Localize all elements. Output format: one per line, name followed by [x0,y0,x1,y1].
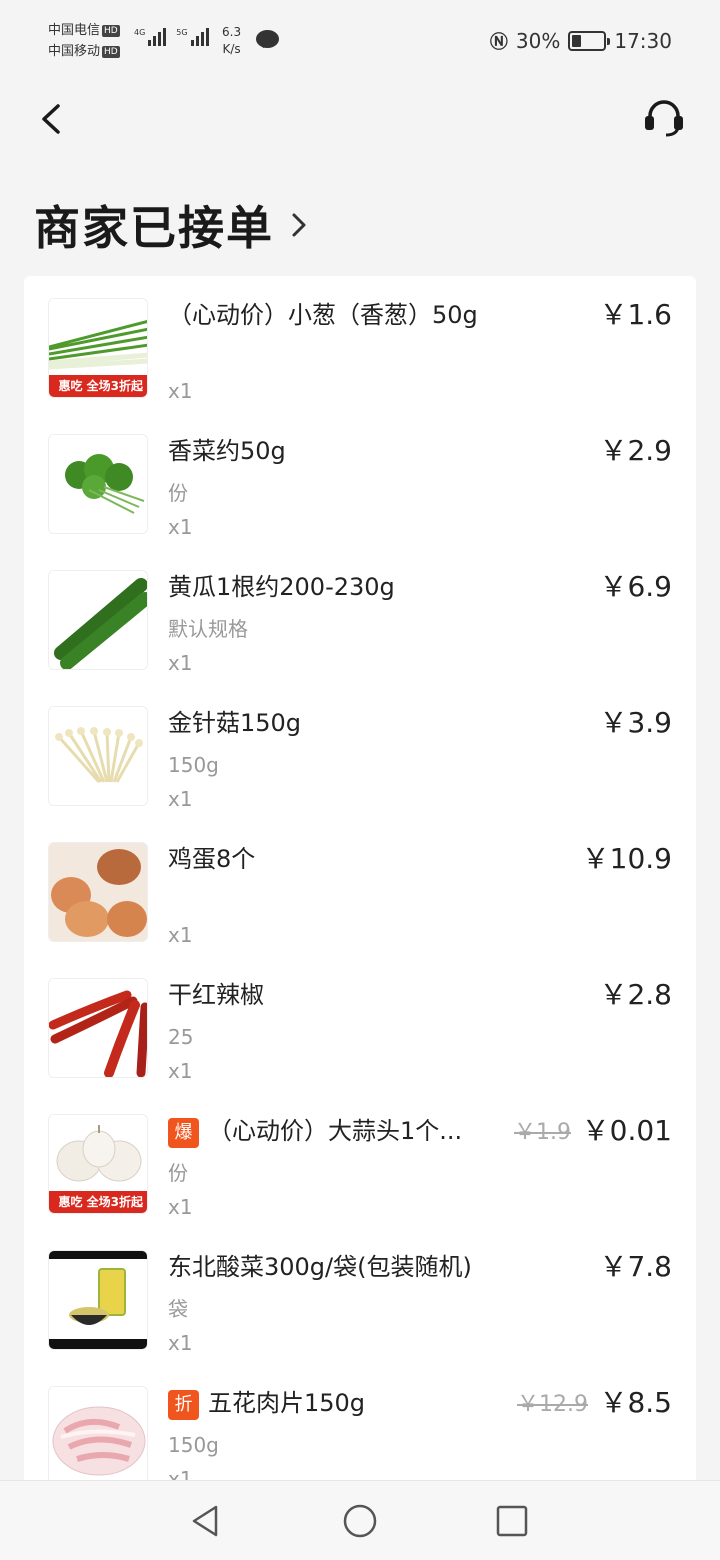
status-right: Ⓝ 30% 17:30 [490,28,672,54]
product-spec: 150g [168,1433,219,1457]
product-thumbnail [48,706,148,806]
product-qty: x1 [168,1331,193,1355]
order-items-card: 惠吃 全场3折起 （心动价）小葱（香葱）50g x1 ￥1.6 香菜约50g 份… [24,276,696,1486]
product-spec: 份 [168,481,188,505]
promo-banner: 惠吃 全场3折起 [49,375,147,397]
signal-4g-icon: 4G [134,28,167,46]
list-item[interactable]: 惠吃 全场3折起 爆 （心动价）大蒜头1个... 份 x1 ￥1.9 ￥0.01 [24,1092,696,1228]
carrier-1: 中国电信 [48,23,101,38]
product-thumbnail [48,434,148,534]
product-qty: x1 [168,923,193,947]
order-status-text: 商家已接单 [34,201,274,255]
speed-unit: K/s [222,42,241,56]
product-qty: x1 [168,787,193,811]
header [0,82,720,152]
signal-5g-icon: 5G [176,28,209,46]
product-qty: x1 [168,515,193,539]
product-price: ￥2.9 [599,434,672,467]
battery-percent: 30% [515,29,561,53]
nfc-icon: Ⓝ [489,32,508,53]
carrier-info: 中国电信 HD 中国移动 HD [48,20,120,62]
battery-icon [568,31,611,51]
square-recents-icon[interactable] [492,1501,532,1541]
product-name: 干红辣椒 [168,981,264,1009]
message-notification-icon [256,30,279,48]
product-price: ￥7.8 [599,1250,672,1283]
product-thumbnail: 惠吃 全场3折起 [48,1114,148,1214]
list-item[interactable]: 惠吃 全场3折起 （心动价）小葱（香葱）50g x1 ￥1.6 [24,276,696,412]
list-item[interactable]: 折 五花肉片150g 150g x1 ￥12.9 ￥8.5 [24,1364,696,1486]
hd-badge: HD [102,25,120,37]
order-status-title[interactable]: 商家已接单 [34,192,308,258]
product-spec: 默认规格 [168,617,248,641]
net-label-2: 5G [176,28,188,37]
product-name: 鸡蛋8个 [168,845,256,873]
original-price: ￥1.9 [514,1120,571,1145]
product-name: 黄瓜1根约200-230g [168,573,395,601]
product-name: 金针菇150g [168,709,302,737]
chevron-right-icon [292,213,306,237]
product-name: 五花肉片150g [208,1389,366,1417]
product-price: ￥8.5 [599,1386,672,1419]
product-name: 东北酸菜300g/袋(包装随机) [168,1253,472,1281]
product-spec: 份 [168,1161,188,1185]
list-item[interactable]: 金针菇150g 150g x1 ￥3.9 [24,684,696,820]
product-price: ￥10.9 [581,842,672,875]
product-thumbnail [48,978,148,1078]
speed-value: 6.3 [222,25,242,39]
product-price: ￥3.9 [599,706,672,739]
carrier-2: 中国移动 [48,44,101,59]
promo-banner: 惠吃 全场3折起 [49,1191,147,1213]
triangle-back-icon[interactable] [186,1501,226,1541]
list-item[interactable]: 东北酸菜300g/袋(包装随机) 袋 x1 ￥7.8 [24,1228,696,1364]
product-qty: x1 [168,651,193,675]
status-bar: 中国电信 HD 中国移动 HD 4G 5G 6.3 K/s Ⓝ 30% 17:30 [0,0,720,82]
circle-home-icon[interactable] [340,1501,380,1541]
battery-fill [572,35,582,47]
product-qty: x1 [168,379,193,403]
list-item[interactable]: 干红辣椒 25 x1 ￥2.8 [24,956,696,1092]
list-item[interactable]: 香菜约50g 份 x1 ￥2.9 [24,412,696,548]
product-thumbnail: 惠吃 全场3折起 [48,298,148,398]
product-name: （心动价）小葱（香葱）50g [168,301,478,329]
original-price: ￥12.9 [517,1392,588,1417]
discount-tag-badge: 折 [168,1390,199,1420]
product-spec: 袋 [168,1297,188,1321]
network-speed: 6.3 K/s [222,24,241,58]
signal-indicators: 4G 5G [134,28,209,46]
headset-icon[interactable] [642,98,686,138]
product-price: ￥2.8 [599,978,672,1011]
hot-tag-badge: 爆 [168,1118,199,1148]
product-price: ￥1.6 [599,298,672,331]
chevron-left-icon[interactable] [38,102,66,136]
product-thumbnail [48,570,148,670]
system-navigation-bar [0,1480,720,1560]
product-thumbnail [48,1250,148,1350]
product-name: （心动价）大蒜头1个... [208,1117,463,1145]
product-qty: x1 [168,1195,193,1219]
product-name: 香菜约50g [168,437,286,465]
product-thumbnail [48,842,148,942]
product-price: ￥6.9 [599,570,672,603]
list-item[interactable]: 黄瓜1根约200-230g 默认规格 x1 ￥6.9 [24,548,696,684]
product-qty: x1 [168,1059,193,1083]
product-price: ￥0.01 [581,1114,672,1147]
net-label-1: 4G [134,28,146,37]
product-spec: 25 [168,1025,194,1049]
clock: 17:30 [614,29,672,53]
hd-badge: HD [102,46,120,58]
product-spec: 150g [168,753,219,777]
list-item[interactable]: 鸡蛋8个 x1 ￥10.9 [24,820,696,956]
product-thumbnail [48,1386,148,1486]
